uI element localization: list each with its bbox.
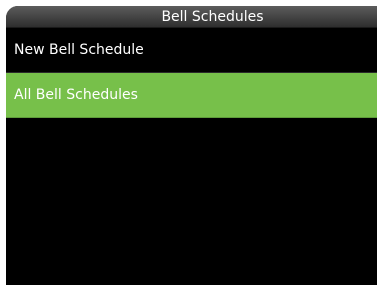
title-bar: Bell Schedules: [6, 6, 377, 28]
menu-item-all-bell-schedules[interactable]: All Bell Schedules: [6, 73, 377, 118]
device-screen: Bell Schedules New Bell Schedule All Bel…: [6, 6, 377, 285]
page-title: Bell Schedules: [161, 9, 264, 25]
menu-item-label: All Bell Schedules: [14, 87, 138, 103]
menu-item-new-bell-schedule[interactable]: New Bell Schedule: [6, 28, 377, 73]
menu-list: New Bell Schedule All Bell Schedules: [6, 28, 377, 118]
menu-item-label: New Bell Schedule: [14, 42, 144, 58]
